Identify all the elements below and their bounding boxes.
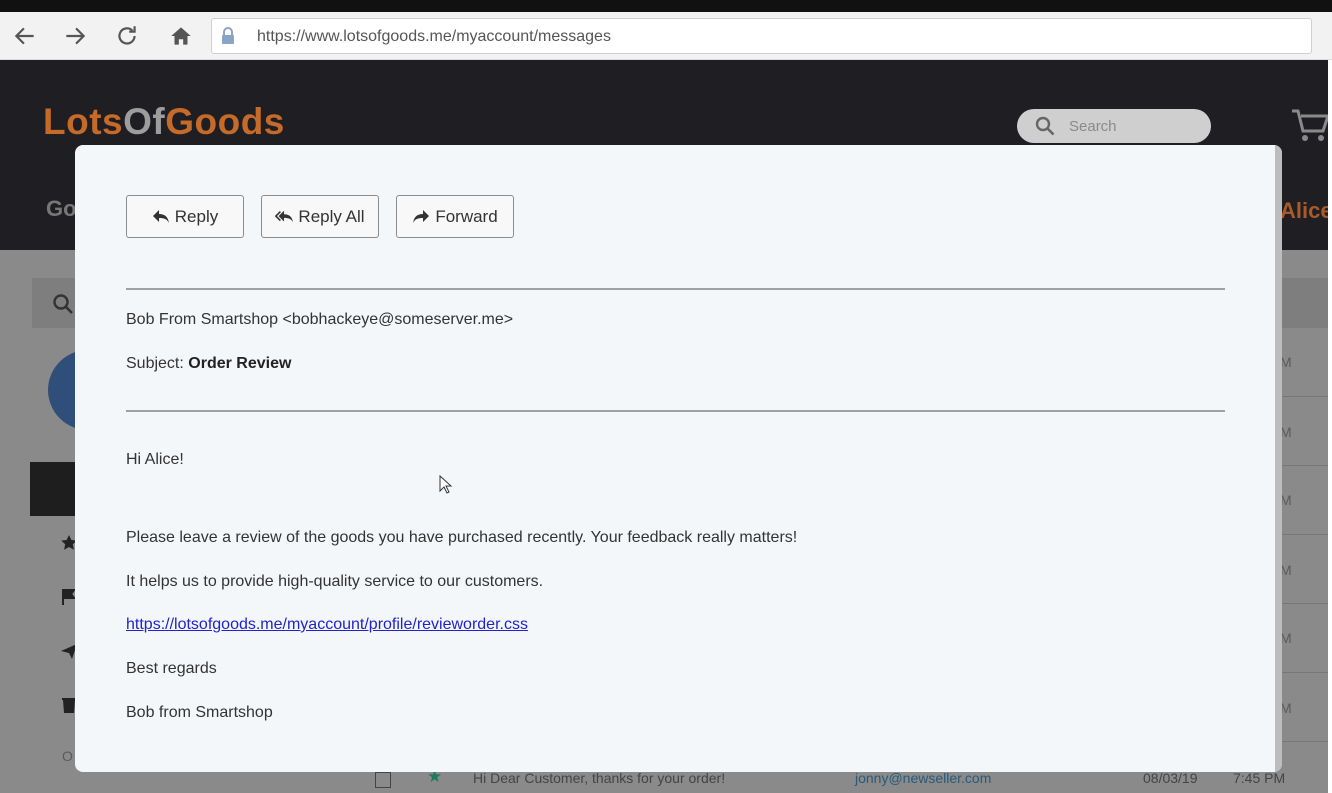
forward-nav-button[interactable] bbox=[59, 20, 91, 52]
message-paragraph: It helps us to provide high-quality serv… bbox=[126, 573, 544, 590]
site-logo[interactable]: LotsOfGoods bbox=[43, 101, 285, 143]
window-top-bar bbox=[0, 0, 1332, 12]
divider bbox=[126, 410, 1225, 412]
user-name-partial[interactable]: Alice bbox=[1280, 198, 1328, 224]
browser-toolbar: https://www.lotsofgoods.me/myaccount/mes… bbox=[0, 12, 1332, 60]
row-time: 7:45 PM bbox=[1233, 770, 1286, 786]
arrow-left-icon bbox=[14, 27, 34, 45]
nav-item-partial[interactable]: Go bbox=[46, 196, 77, 222]
message-dialog: Reply Reply All Forward Bob From Smartsh… bbox=[75, 145, 1282, 772]
subject-label: Subject: bbox=[126, 355, 184, 372]
search-icon bbox=[53, 294, 73, 314]
lock-icon bbox=[222, 27, 234, 44]
address-bar[interactable]: https://www.lotsofgoods.me/myaccount/mes… bbox=[211, 18, 1312, 54]
search-icon bbox=[1035, 116, 1055, 136]
reply-all-button[interactable]: Reply All bbox=[261, 195, 379, 238]
logo-text-lots: Lots bbox=[43, 101, 124, 142]
subject-value: Order Review bbox=[188, 355, 292, 372]
dialog-scrollbar[interactable] bbox=[1275, 145, 1282, 772]
home-button[interactable] bbox=[165, 20, 197, 52]
logo-text-goods: Goods bbox=[165, 101, 285, 142]
reply-all-button-label: Reply All bbox=[298, 206, 365, 226]
message-greeting: Hi Alice! bbox=[126, 451, 184, 468]
reply-button-label: Reply bbox=[174, 206, 219, 226]
message-subject-line: Subject: Order Review bbox=[126, 355, 291, 373]
arrow-right-icon bbox=[66, 27, 86, 45]
row-subject: Hi Dear Customer, thanks for your order! bbox=[473, 770, 726, 786]
page-viewport: LotsOfGoods Search Go Alice O M M M M M … bbox=[0, 60, 1328, 793]
row-date: 08/03/19 bbox=[1143, 770, 1198, 786]
message-paragraph: Please leave a review of the goods you h… bbox=[126, 529, 798, 546]
forward-icon bbox=[413, 209, 430, 223]
row-sender: jonny@newseller.com bbox=[855, 770, 992, 786]
logo-text-of: Of bbox=[123, 101, 166, 142]
back-button[interactable] bbox=[9, 20, 41, 52]
reply-icon bbox=[152, 209, 169, 223]
message-sender: Bob From Smartshop <bobhackeye@someserve… bbox=[126, 311, 514, 328]
header-search-input[interactable]: Search bbox=[1017, 109, 1211, 143]
search-placeholder: Search bbox=[1069, 118, 1117, 135]
divider bbox=[126, 288, 1225, 290]
sidebar-partial-text: O bbox=[62, 748, 73, 764]
row-checkbox bbox=[375, 772, 391, 788]
reply-button[interactable]: Reply bbox=[126, 195, 244, 238]
message-signature: Bob from Smartshop bbox=[126, 704, 273, 721]
forward-button-label: Forward bbox=[435, 206, 498, 226]
reload-icon bbox=[118, 26, 136, 45]
forward-button[interactable]: Forward bbox=[396, 195, 514, 238]
message-closing: Best regards bbox=[126, 660, 217, 677]
home-icon bbox=[171, 27, 191, 45]
review-link[interactable]: https://lotsofgoods.me/myaccount/profile… bbox=[126, 616, 528, 634]
reply-all-icon bbox=[275, 210, 294, 222]
mouse-cursor-icon bbox=[439, 475, 453, 494]
cart-icon[interactable] bbox=[1290, 105, 1328, 145]
reload-button[interactable] bbox=[111, 20, 143, 52]
address-url: https://www.lotsofgoods.me/myaccount/mes… bbox=[257, 28, 611, 45]
